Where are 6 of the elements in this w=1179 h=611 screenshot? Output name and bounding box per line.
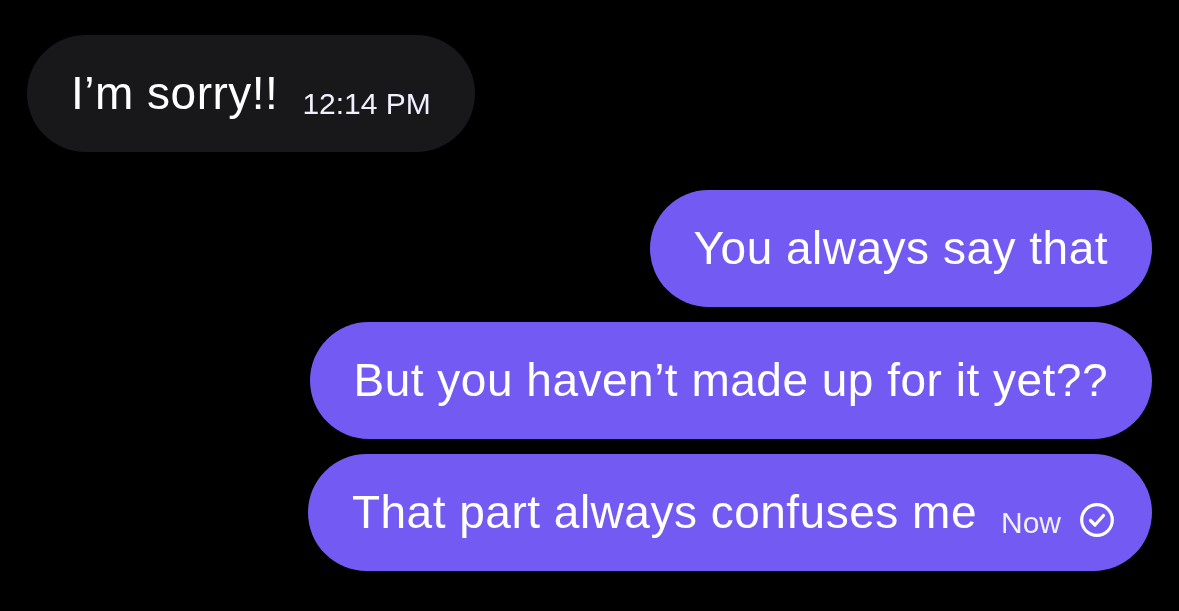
message-text: You always say that — [693, 221, 1108, 276]
message-text: But you haven’t made up for it yet?? — [353, 353, 1108, 408]
timestamp: 12:14 PM — [302, 87, 431, 121]
message-text: That part always confuses me — [351, 485, 977, 540]
message-text: I’m sorry!! — [71, 66, 279, 121]
timestamp: Now — [1001, 506, 1061, 540]
